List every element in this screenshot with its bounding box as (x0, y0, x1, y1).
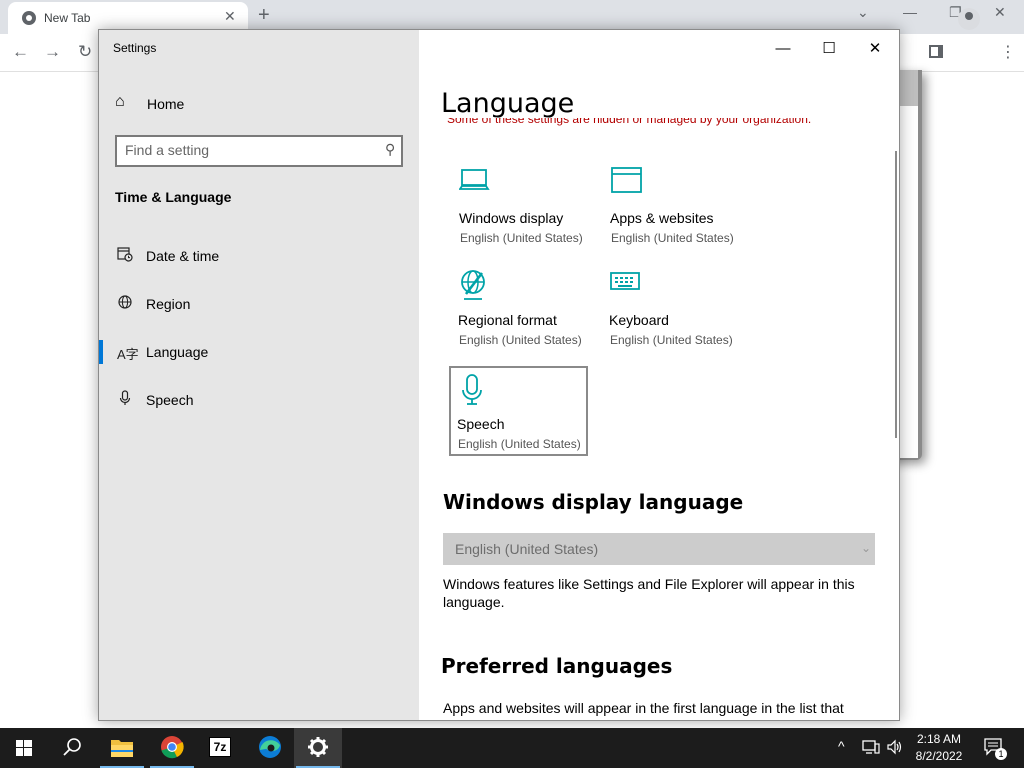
nav-item-label: Date & time (146, 248, 220, 264)
search-box[interactable]: ⚲ (115, 135, 403, 167)
clock[interactable]: 2:18 AM 8/2/2022 (904, 731, 974, 765)
browser-menu-icon[interactable]: ⋮ (1000, 42, 1016, 62)
tile-windows-display[interactable]: Windows display English (United States) (451, 160, 591, 250)
home-icon: ⌂ (115, 93, 125, 110)
tile-keyboard[interactable]: Keyboard English (United States) (601, 262, 741, 352)
tile-value: English (United States) (611, 231, 734, 245)
reload-icon[interactable]: ↻ (78, 42, 92, 62)
tile-regional-format[interactable]: Regional format English (United States) (450, 262, 590, 352)
search-input[interactable] (125, 142, 365, 158)
browser-minimize-button[interactable]: — (903, 4, 917, 20)
close-button[interactable]: ✕ (852, 36, 898, 62)
tile-name: Regional format (458, 312, 557, 328)
7zip-label: 7z (213, 740, 227, 754)
nav-home[interactable]: ⌂ Home (115, 92, 405, 118)
browser-tab-title: New Tab (44, 11, 91, 25)
search-icon (63, 738, 81, 756)
chrome-favicon-icon (22, 11, 36, 25)
window-title: Settings (113, 41, 157, 55)
search-icon[interactable]: ⚲ (385, 141, 395, 158)
new-tab-button[interactable]: + (258, 4, 270, 27)
tab-close-icon[interactable]: ✕ (224, 8, 236, 25)
nav-item-region[interactable]: Region (99, 284, 419, 324)
tab-search-icon[interactable]: ⌄ (857, 4, 869, 21)
nav-item-label: Region (146, 296, 191, 312)
tile-apps-websites[interactable]: Apps & websites English (United States) (602, 160, 742, 250)
display-language-description: Windows features like Settings and File … (443, 576, 855, 610)
settings-sidebar: Settings ⌂ Home ⚲ Time & Language Date &… (99, 30, 419, 720)
chevron-down-icon: ⌄ (860, 541, 871, 555)
keyboard-icon (609, 268, 643, 299)
display-language-dropdown[interactable]: English (United States) ⌄ (443, 533, 875, 565)
clock-date: 8/2/2022 (915, 749, 963, 763)
tile-name: Keyboard (609, 312, 669, 328)
nav-item-label: Speech (146, 392, 194, 408)
settings-icon (308, 737, 328, 757)
tile-name: Apps & websites (610, 210, 714, 226)
calendar-clock-icon (117, 246, 133, 266)
taskbar-file-explorer[interactable] (98, 728, 146, 768)
nav-item-date-time[interactable]: Date & time (99, 236, 419, 276)
nav-item-label: Language (146, 344, 209, 360)
monitor-icon (458, 166, 491, 199)
taskbar-chrome[interactable] (148, 728, 196, 768)
tile-value: English (United States) (460, 231, 583, 245)
settings-window: Settings ⌂ Home ⚲ Time & Language Date &… (98, 29, 900, 721)
tile-value: English (United States) (458, 437, 581, 451)
7zip-icon: 7z (209, 737, 231, 757)
section-title: Time & Language (115, 189, 232, 205)
taskbar-7zip[interactable]: 7z (196, 728, 244, 768)
page-title: Language (441, 88, 575, 119)
scrollbar[interactable] (895, 151, 897, 438)
tile-name: Windows display (459, 210, 564, 226)
display-language-heading: Windows display language (443, 490, 744, 514)
maximize-button[interactable]: ☐ (806, 36, 852, 62)
microphone-icon (117, 390, 133, 410)
nav-item-speech[interactable]: Speech (99, 380, 419, 420)
side-panel-icon[interactable] (929, 45, 943, 58)
chrome-icon (161, 736, 184, 759)
preferred-languages-description: Apps and websites will appear in the fir… (443, 700, 844, 716)
back-arrow-icon[interactable]: ← (12, 42, 29, 62)
taskbar: 7z ^ 2:18 AM 8/2/2022 1 (0, 728, 1024, 768)
tile-speech[interactable]: Speech English (United States) (449, 366, 588, 456)
globe-edit-icon (458, 268, 492, 307)
taskbar-edge[interactable] (246, 728, 294, 768)
file-explorer-icon (111, 740, 133, 757)
chevron-up-icon[interactable]: ^ (838, 738, 845, 754)
language-icon: A字 (117, 347, 139, 362)
globe-icon (117, 294, 133, 314)
policy-note: Some of these settings are hidden or man… (447, 118, 877, 130)
nav-home-label: Home (147, 96, 185, 112)
browser-close-button[interactable]: ✕ (994, 4, 1006, 21)
volume-icon[interactable] (886, 739, 904, 758)
window-icon (610, 166, 644, 201)
tile-name: Speech (457, 416, 505, 432)
preferred-languages-heading: Preferred languages (441, 654, 673, 678)
forward-arrow-icon[interactable]: → (44, 42, 61, 62)
tile-value: English (United States) (459, 333, 582, 347)
taskbar-settings[interactable] (294, 728, 342, 768)
edge-icon (259, 736, 281, 758)
start-icon (16, 740, 32, 756)
network-icon[interactable] (862, 739, 880, 758)
minimize-button[interactable]: — (760, 36, 806, 62)
settings-content: — ☐ ✕ Language Some of these settings ar… (419, 30, 899, 720)
tile-value: English (United States) (610, 333, 733, 347)
clock-time: 2:18 AM (916, 732, 962, 746)
microphone-icon (457, 372, 489, 413)
taskbar-search-button[interactable] (48, 728, 96, 768)
dropdown-value: English (United States) (455, 541, 599, 557)
nav-item-language[interactable]: A字 Language (99, 332, 419, 372)
policy-note-text: Some of these settings are hidden or man… (447, 118, 812, 126)
profile-avatar-icon[interactable] (958, 8, 980, 30)
selected-indicator (99, 340, 103, 364)
notification-count-badge: 1 (995, 748, 1007, 760)
start-button[interactable] (0, 728, 48, 768)
